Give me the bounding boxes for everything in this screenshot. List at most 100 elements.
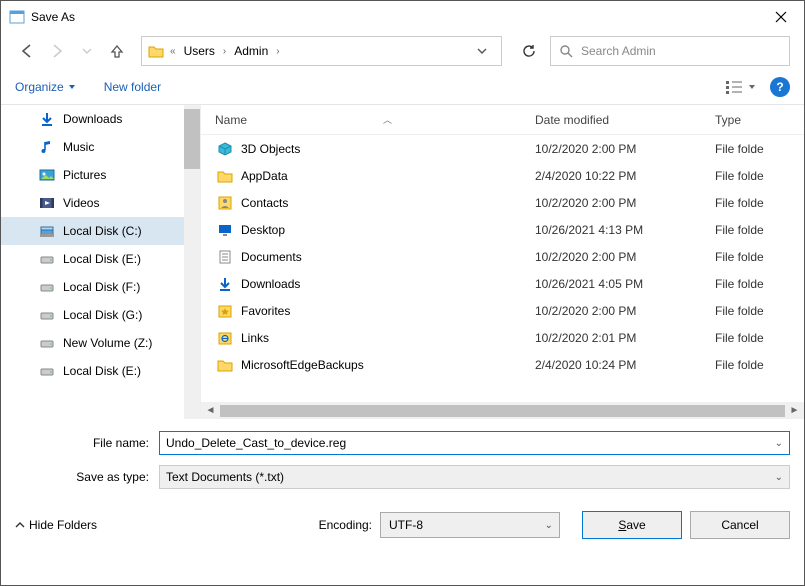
column-name[interactable]: Name <box>215 113 247 127</box>
file-type: File folde <box>715 142 764 156</box>
breadcrumb-dropdown[interactable] <box>477 46 497 56</box>
tree-item-label: Local Disk (E:) <box>63 252 141 266</box>
new-folder-button[interactable]: New folder <box>104 80 161 94</box>
tree-item[interactable]: Local Disk (C:) <box>1 217 200 245</box>
view-options[interactable] <box>726 80 756 94</box>
navigation-tree[interactable]: DownloadsMusic Pictures Videos Local Disk (… <box>1 105 201 419</box>
saveastype-label: Save as type: <box>15 470 159 484</box>
file-type: File folde <box>715 304 764 318</box>
filename-input[interactable]: Undo_Delete_Cast_to_device.reg ⌄ <box>159 431 790 455</box>
music-icon <box>39 139 55 155</box>
save-form: File name: Undo_Delete_Cast_to_device.re… <box>1 419 804 503</box>
tree-item-label: Videos <box>63 196 99 210</box>
folder-icon <box>146 41 166 61</box>
app-icon <box>9 9 25 25</box>
file-type: File folde <box>715 223 764 237</box>
chevron-right-icon: › <box>274 46 281 57</box>
file-list[interactable]: Name ︿ Date modified Type 3D Objects10/2/… <box>201 105 804 419</box>
file-type: File folde <box>715 250 764 264</box>
column-date[interactable]: Date modified <box>535 113 715 127</box>
cancel-button[interactable]: Cancel <box>690 511 790 539</box>
folder-icon <box>215 355 235 375</box>
forward-button[interactable] <box>45 39 69 63</box>
download-icon <box>215 274 235 294</box>
file-name: Desktop <box>241 223 535 237</box>
file-date: 2/4/2020 10:24 PM <box>535 358 715 372</box>
tree-scrollbar[interactable] <box>184 105 200 419</box>
chevron-down-icon[interactable]: ⌄ <box>775 472 783 483</box>
chevron-down-icon[interactable]: ⌄ <box>545 520 553 531</box>
contacts-icon <box>215 193 235 213</box>
file-row[interactable]: Desktop10/26/2021 4:13 PMFile folde <box>201 216 804 243</box>
recent-dropdown[interactable] <box>75 39 99 63</box>
saveastype-select[interactable]: Text Documents (*.txt) ⌄ <box>159 465 790 489</box>
drive-icon <box>39 307 55 323</box>
tree-item-label: Local Disk (G:) <box>63 308 142 322</box>
up-button[interactable] <box>105 39 129 63</box>
drive-icon <box>39 251 55 267</box>
file-row[interactable]: Downloads10/26/2021 4:05 PMFile folde <box>201 270 804 297</box>
tree-item[interactable]: Downloads <box>1 105 200 133</box>
tree-item[interactable]: Pictures <box>1 161 200 189</box>
refresh-button[interactable] <box>514 36 544 66</box>
tree-item[interactable]: New Volume (Z:) <box>1 329 200 357</box>
file-row[interactable]: 3D Objects10/2/2020 2:00 PMFile folde <box>201 135 804 162</box>
breadcrumb[interactable]: « Users › Admin › <box>141 36 502 66</box>
file-row[interactable]: AppData2/4/2020 10:22 PMFile folde <box>201 162 804 189</box>
search-input[interactable]: Search Admin <box>550 36 790 66</box>
scroll-left-icon[interactable]: ◄ <box>203 405 218 416</box>
file-row[interactable]: Favorites10/2/2020 2:00 PMFile folde <box>201 297 804 324</box>
file-type: File folde <box>715 169 764 183</box>
chevron-right-icon: › <box>221 46 228 57</box>
file-row[interactable]: Contacts10/2/2020 2:00 PMFile folde <box>201 189 804 216</box>
bottom-bar: Hide Folders Encoding: UTF-8 ⌄ Save Canc… <box>1 503 804 553</box>
body: DownloadsMusicPicturesVideosLocal Disk (… <box>1 105 804 419</box>
file-name: MicrosoftEdgeBackups <box>241 358 535 372</box>
file-date: 10/26/2021 4:05 PM <box>535 277 715 291</box>
tree-item[interactable]: Local Disk (G:) <box>1 301 200 329</box>
encoding-label: Encoding: <box>319 518 372 532</box>
horizontal-scrollbar[interactable]: ◄ ► <box>201 402 804 419</box>
download-icon <box>39 111 55 127</box>
links-icon <box>215 328 235 348</box>
file-row[interactable]: Documents10/2/2020 2:00 PMFile folde <box>201 243 804 270</box>
fav-icon <box>215 301 235 321</box>
drive-icon <box>39 279 55 295</box>
nav-bar: « Users › Admin › Search Admin <box>1 33 804 69</box>
file-name: Downloads <box>241 277 535 291</box>
tree-item[interactable]: Local Disk (E:) <box>1 245 200 273</box>
search-icon <box>559 44 573 58</box>
tree-item-label: New Volume (Z:) <box>63 336 152 350</box>
hide-folders-toggle[interactable]: Hide Folders <box>15 518 97 532</box>
scrollbar-thumb[interactable] <box>220 405 785 417</box>
scroll-right-icon[interactable]: ► <box>787 405 802 416</box>
close-button[interactable] <box>758 1 804 33</box>
file-date: 10/2/2020 2:00 PM <box>535 304 715 318</box>
3d-icon <box>215 139 235 159</box>
column-type[interactable]: Type <box>715 113 804 127</box>
chevron-down-icon[interactable]: ⌄ <box>775 438 783 449</box>
breadcrumb-item[interactable]: Admin <box>230 44 272 58</box>
file-date: 2/4/2020 10:22 PM <box>535 169 715 183</box>
chevron-right-icon: « <box>168 46 178 57</box>
file-row[interactable]: MicrosoftEdgeBackups2/4/2020 10:24 PMFil… <box>201 351 804 378</box>
file-row[interactable]: Links10/2/2020 2:01 PMFile folde <box>201 324 804 351</box>
encoding-select[interactable]: UTF-8 ⌄ <box>380 512 560 538</box>
save-button[interactable]: Save <box>582 511 682 539</box>
tree-item-label: Pictures <box>63 168 106 182</box>
tree-item[interactable]: Music <box>1 133 200 161</box>
breadcrumb-item[interactable]: Users <box>180 44 219 58</box>
tree-item[interactable]: Videos <box>1 189 200 217</box>
column-headers[interactable]: Name ︿ Date modified Type <box>201 105 804 135</box>
disk-icon <box>39 223 55 239</box>
organize-menu[interactable]: Organize <box>15 80 76 94</box>
pictures-icon <box>39 167 55 183</box>
back-button[interactable] <box>15 39 39 63</box>
file-date: 10/2/2020 2:00 PM <box>535 142 715 156</box>
tree-item[interactable]: Local Disk (F:) <box>1 273 200 301</box>
sort-indicator-icon: ︿ <box>383 113 392 126</box>
help-button[interactable]: ? <box>770 77 790 97</box>
file-date: 10/2/2020 2:00 PM <box>535 250 715 264</box>
drive-icon <box>39 363 55 379</box>
tree-item[interactable]: Local Disk (E:) <box>1 357 200 385</box>
